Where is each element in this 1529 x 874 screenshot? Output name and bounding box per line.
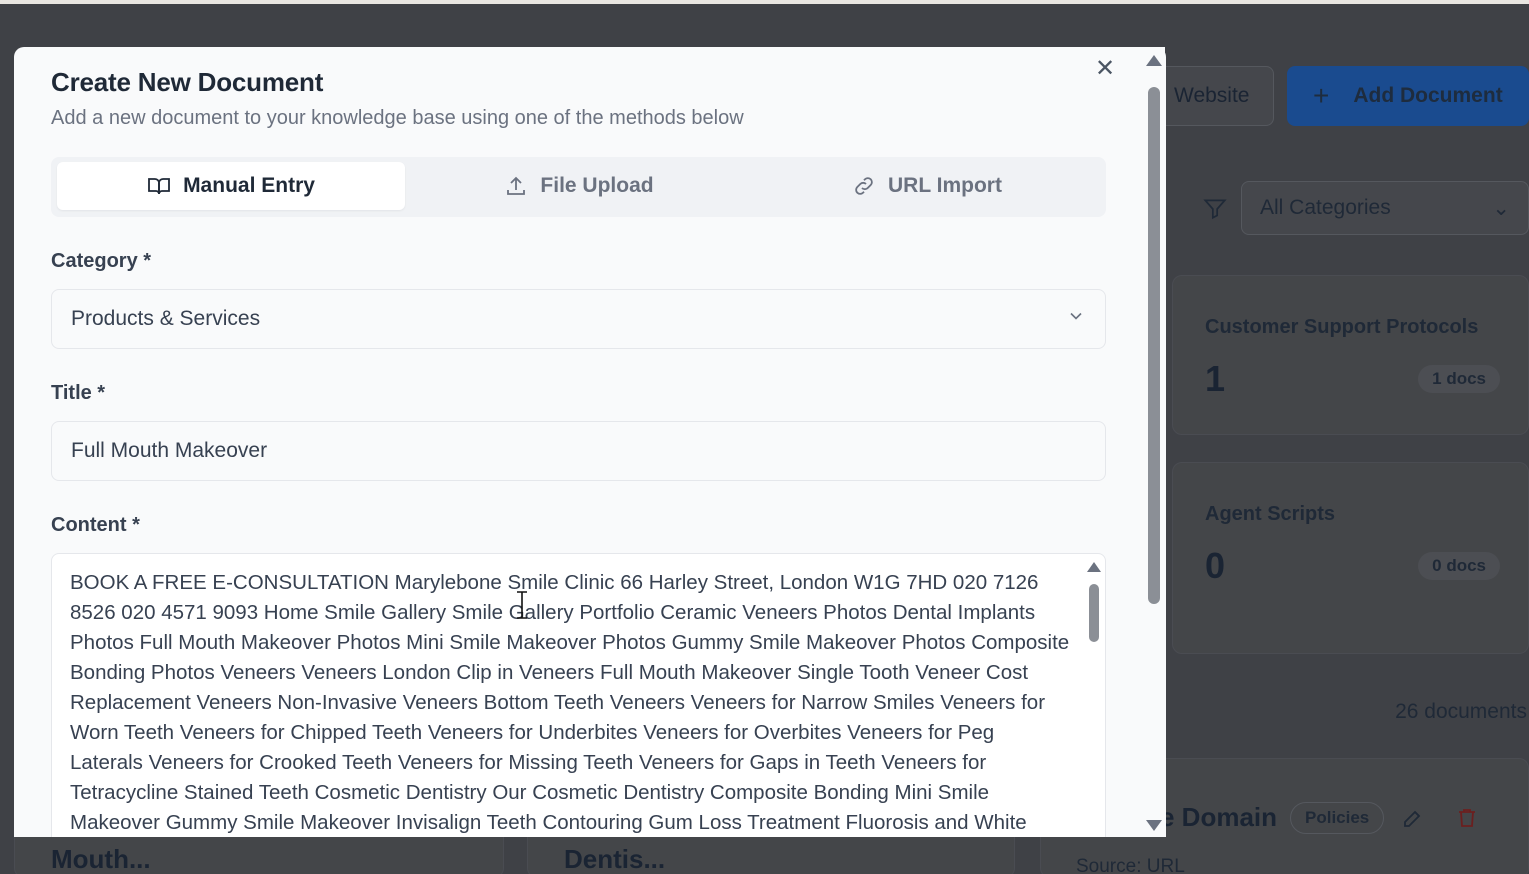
tab-manual-entry[interactable]: Manual Entry bbox=[57, 162, 405, 210]
category-select[interactable]: Products & Services bbox=[51, 289, 1106, 349]
upload-icon bbox=[507, 176, 526, 195]
document-card-title: Mouth... bbox=[51, 844, 151, 874]
scroll-down-icon[interactable] bbox=[1146, 820, 1162, 831]
entry-method-tabs: Manual Entry File Upload URL Import bbox=[51, 157, 1106, 217]
title-input-value: Full Mouth Makeover bbox=[71, 439, 268, 462]
link-icon bbox=[855, 177, 873, 195]
add-document-button[interactable]: + Add Document bbox=[1287, 66, 1529, 126]
close-icon[interactable]: ✕ bbox=[1092, 55, 1118, 82]
content-label: Content * bbox=[51, 514, 140, 536]
category-filter-select[interactable]: All Categories ⌄ bbox=[1241, 181, 1529, 235]
plus-icon: + bbox=[1313, 80, 1330, 111]
category-label: Category * bbox=[51, 250, 152, 272]
category-card-count: 0 bbox=[1205, 545, 1226, 586]
tab-url-import-label: URL Import bbox=[888, 174, 1002, 197]
chevron-down-icon bbox=[1066, 306, 1086, 332]
category-filter-value: All Categories bbox=[1260, 196, 1391, 219]
category-select-value: Products & Services bbox=[71, 307, 261, 330]
content-textarea-value: BOOK A FREE E-CONSULTATION Marylebone Sm… bbox=[70, 571, 1070, 834]
tab-manual-entry-label: Manual Entry bbox=[183, 174, 315, 197]
tab-url-import[interactable]: URL Import bbox=[753, 162, 1101, 210]
modal-scrollbar[interactable] bbox=[1143, 47, 1165, 837]
text-cursor-icon bbox=[515, 590, 529, 620]
content-scrollbar-thumb[interactable] bbox=[1089, 584, 1099, 642]
title-label: Title * bbox=[51, 382, 106, 404]
modal-subtitle: Add a new document to your knowledge bas… bbox=[51, 107, 744, 129]
edit-icon[interactable] bbox=[1401, 806, 1425, 835]
category-card-title: Agent Scripts bbox=[1205, 503, 1336, 525]
document-card-title: e Domain bbox=[1160, 802, 1278, 832]
modal-scrollbar-thumb[interactable] bbox=[1148, 87, 1160, 604]
content-scrollbar[interactable] bbox=[1087, 562, 1101, 837]
document-source: Source: URL bbox=[1076, 856, 1185, 874]
document-card-title: Dentis... bbox=[564, 844, 666, 874]
window-top-bar bbox=[0, 0, 1529, 4]
scroll-up-icon[interactable] bbox=[1087, 562, 1101, 572]
category-card-title: Customer Support Protocols bbox=[1205, 316, 1479, 338]
category-card-badge: 0 docs bbox=[1418, 552, 1500, 580]
category-card-count: 1 bbox=[1205, 358, 1226, 399]
tab-file-upload-label: File Upload bbox=[540, 174, 654, 197]
add-document-label: Add Document bbox=[1353, 84, 1503, 107]
delete-icon[interactable] bbox=[1455, 806, 1479, 835]
create-document-modal: Create New Document Add a new document t… bbox=[14, 47, 1166, 837]
chevron-down-icon: ⌄ bbox=[1492, 196, 1510, 220]
tab-file-upload[interactable]: File Upload bbox=[405, 162, 753, 210]
category-card-badge: 1 docs bbox=[1418, 365, 1500, 393]
category-card[interactable]: Customer Support Protocols 1 1 docs bbox=[1172, 275, 1529, 435]
filter-icon bbox=[1202, 196, 1228, 227]
title-input[interactable]: Full Mouth Makeover bbox=[51, 421, 1106, 481]
website-button-label: Website bbox=[1174, 84, 1250, 107]
documents-count: 26 documents bbox=[1395, 700, 1527, 723]
scroll-up-icon[interactable] bbox=[1146, 55, 1162, 66]
modal-title: Create New Document bbox=[51, 67, 324, 97]
document-category-badge: Policies bbox=[1290, 802, 1385, 834]
category-card[interactable]: Agent Scripts 0 0 docs bbox=[1172, 462, 1529, 654]
website-button[interactable]: Website bbox=[1148, 66, 1274, 126]
book-icon bbox=[148, 178, 170, 195]
content-textarea[interactable]: BOOK A FREE E-CONSULTATION Marylebone Sm… bbox=[51, 553, 1106, 837]
